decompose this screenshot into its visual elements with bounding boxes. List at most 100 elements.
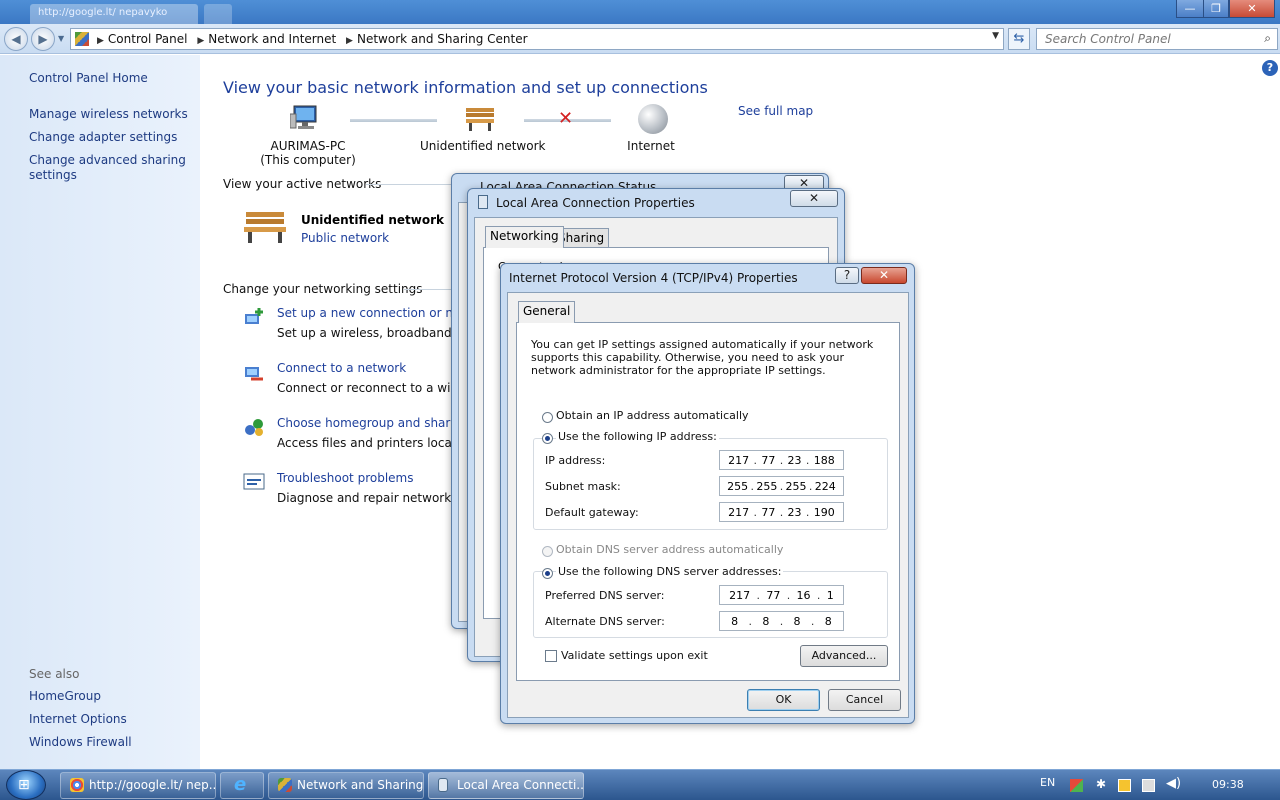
ip-octet-4[interactable]: 188 — [814, 454, 835, 467]
forward-button[interactable]: ▶ — [31, 27, 55, 51]
use-ip-label[interactable]: Use the following IP address: — [556, 430, 719, 443]
ip-octet-2[interactable]: 77 — [761, 454, 775, 467]
search-icon[interactable]: ⌕ — [1264, 31, 1271, 46]
help-button[interactable]: ? — [835, 267, 859, 284]
network-warning-icon[interactable] — [1118, 779, 1131, 792]
breadcrumb-separator-icon[interactable]: ▶ — [346, 36, 353, 46]
volume-icon[interactable]: ◀) — [1166, 776, 1181, 791]
address-dropdown-icon[interactable]: ▼ — [992, 31, 999, 41]
change-adapter-link[interactable]: Change adapter settings — [29, 130, 177, 144]
breadcrumb-separator-icon[interactable]: ▶ — [97, 36, 104, 46]
no-connection-x-icon[interactable]: ✕ — [558, 110, 573, 128]
pref-dns-octet-1[interactable]: 217 — [729, 589, 750, 602]
pref-dns-octet-2[interactable]: 77 — [766, 589, 780, 602]
pref-dns-octet-3[interactable]: 16 — [797, 589, 811, 602]
refresh-icon: ⇆ — [1013, 31, 1025, 46]
recent-pages-chevron-icon[interactable]: ▼ — [58, 34, 64, 43]
action-center-icon[interactable] — [1142, 779, 1155, 792]
minimize-button[interactable]: — — [1176, 0, 1204, 18]
obtain-dns-auto-label[interactable]: Obtain DNS server address automatically — [556, 543, 783, 556]
ipv4-properties-dialog[interactable]: Internet Protocol Version 4 (TCP/IPv4) P… — [500, 263, 915, 724]
see-full-map-link[interactable]: See full map — [738, 104, 813, 118]
ip-octet-1[interactable]: 217 — [728, 454, 749, 467]
change-advanced-sharing-link[interactable]: Change advanced sharing — [29, 153, 186, 167]
lac-properties-close-button[interactable]: ✕ — [790, 190, 838, 207]
map-network-label[interactable]: Unidentified network — [420, 139, 545, 153]
pref-dns-octet-4[interactable]: 1 — [827, 589, 834, 602]
taskbar-item-lac[interactable]: Local Area Connecti... — [428, 772, 584, 799]
use-dns-label[interactable]: Use the following DNS server addresses: — [556, 565, 784, 578]
windows-firewall-link[interactable]: Windows Firewall — [29, 735, 132, 749]
tab-networking[interactable]: Networking — [485, 226, 564, 248]
network-location-link[interactable]: Public network — [301, 231, 389, 245]
breadcrumb-separator-icon[interactable]: ▶ — [197, 36, 204, 46]
language-indicator[interactable]: EN — [1040, 776, 1055, 789]
setup-connection-link[interactable]: Set up a new connection or netw — [277, 306, 475, 320]
tab-general[interactable]: General — [518, 301, 576, 323]
maximize-button[interactable]: ❐ — [1203, 0, 1229, 18]
alt-dns-octet-1[interactable]: 8 — [731, 615, 738, 628]
ip-octet-3[interactable]: 23 — [788, 454, 802, 467]
close-window-button[interactable]: ✕ — [1229, 0, 1275, 18]
internet-explorer-icon: e — [234, 774, 247, 795]
map-computer[interactable]: AURIMAS-PC (This computer) — [250, 139, 366, 167]
tray-app-icon[interactable] — [1070, 779, 1083, 792]
breadcrumb-control-panel[interactable]: Control Panel — [108, 32, 188, 46]
arrow-left-icon: ◀ — [11, 32, 21, 46]
alt-dns-octet-3[interactable]: 8 — [794, 615, 801, 628]
ip-address-field[interactable]: 217. 77. 23. 188 — [719, 450, 844, 470]
troubleshoot-link[interactable]: Troubleshoot problems — [277, 471, 413, 485]
map-internet-label[interactable]: Internet — [620, 139, 682, 153]
mask-octet-2[interactable]: 255 — [756, 480, 777, 493]
advanced-button[interactable]: Advanced... — [800, 645, 888, 667]
subnet-mask-field[interactable]: 255. 255. 255. 224 — [719, 476, 844, 496]
breadcrumb-network-sharing-center[interactable]: Network and Sharing Center — [357, 32, 528, 46]
gateway-octet-1[interactable]: 217 — [728, 506, 749, 519]
new-connection-icon — [243, 306, 265, 328]
refresh-button[interactable]: ⇆ — [1008, 28, 1030, 50]
browser-tab[interactable]: http://google.lt/ nepavyko — [30, 4, 198, 24]
computer-name: AURIMAS-PC — [270, 139, 346, 153]
control-panel-home-link[interactable]: Control Panel Home — [29, 71, 148, 85]
gateway-octet-4[interactable]: 190 — [814, 506, 835, 519]
obtain-dns-auto-radio[interactable] — [542, 546, 553, 557]
back-button[interactable]: ◀ — [4, 27, 28, 51]
homegroup-link[interactable]: HomeGroup — [29, 689, 101, 703]
manage-wireless-link[interactable]: Manage wireless networks — [29, 107, 188, 121]
use-ip-radio[interactable] — [542, 433, 553, 444]
validate-settings-checkbox[interactable] — [545, 650, 557, 662]
mask-octet-1[interactable]: 255 — [727, 480, 748, 493]
alt-dns-octet-2[interactable]: 8 — [762, 615, 769, 628]
bluetooth-icon[interactable]: ✱ — [1096, 777, 1106, 791]
obtain-ip-auto-label[interactable]: Obtain an IP address automatically — [556, 409, 749, 422]
breadcrumb: ▶ Control Panel ▶ Network and Internet ▶ Ne… — [95, 32, 532, 46]
help-icon[interactable]: ? — [1262, 60, 1278, 76]
homegroup-sharing-link[interactable]: Choose homegroup and sharing — [277, 416, 469, 430]
mask-octet-4[interactable]: 224 — [815, 480, 836, 493]
address-bar[interactable]: ▶ Control Panel ▶ Network and Internet ▶ Ne… — [70, 28, 1004, 50]
breadcrumb-network-internet[interactable]: Network and Internet — [208, 32, 336, 46]
use-dns-radio[interactable] — [542, 568, 553, 579]
search-input[interactable]: Search Control Panel ⌕ — [1036, 28, 1278, 50]
map-link-line — [350, 119, 437, 122]
gateway-octet-2[interactable]: 77 — [761, 506, 775, 519]
mask-octet-3[interactable]: 255 — [786, 480, 807, 493]
active-network-bench-icon — [242, 210, 286, 244]
cancel-button[interactable]: Cancel — [828, 689, 901, 711]
new-tab-button[interactable] — [204, 4, 232, 24]
alternate-dns-field[interactable]: 8. 8. 8. 8 — [719, 611, 844, 631]
alt-dns-octet-4[interactable]: 8 — [825, 615, 832, 628]
internet-options-link[interactable]: Internet Options — [29, 712, 127, 726]
obtain-ip-auto-radio[interactable] — [542, 412, 553, 423]
validate-settings-label[interactable]: Validate settings upon exit — [561, 649, 708, 662]
connect-network-link[interactable]: Connect to a network — [277, 361, 406, 375]
ipv4-close-button[interactable]: ✕ — [861, 267, 907, 284]
default-gateway-field[interactable]: 217. 77. 23. 190 — [719, 502, 844, 522]
alternate-dns-label: Alternate DNS server: — [545, 615, 665, 628]
start-button[interactable]: ⊞ — [6, 770, 46, 800]
ok-button[interactable]: OK — [747, 689, 820, 711]
change-advanced-sharing-link-cont[interactable]: settings — [29, 168, 77, 182]
preferred-dns-field[interactable]: 217. 77. 16. 1 — [719, 585, 844, 605]
clock[interactable]: 09:38 — [1212, 778, 1244, 791]
gateway-octet-3[interactable]: 23 — [788, 506, 802, 519]
